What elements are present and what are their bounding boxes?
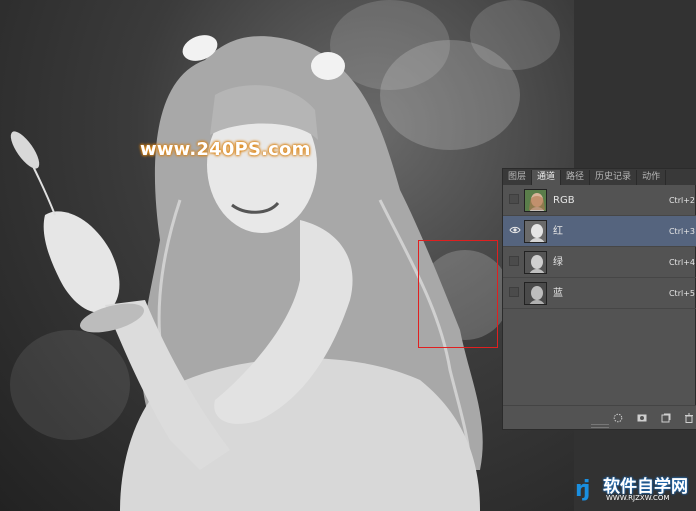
- save-selection-icon[interactable]: [637, 413, 647, 423]
- channel-row-blue[interactable]: 蓝 Ctrl+5: [503, 278, 696, 309]
- channel-row-red[interactable]: 红 Ctrl+3: [503, 216, 696, 247]
- load-selection-icon[interactable]: [613, 413, 623, 423]
- channel-shortcut: Ctrl+3: [668, 227, 695, 236]
- site-watermark: www.240PS.com: [140, 139, 311, 160]
- channel-thumbnail: [524, 189, 547, 212]
- channel-thumbnail: [524, 282, 547, 305]
- visibility-toggle[interactable]: [509, 225, 521, 235]
- tab-channels[interactable]: 通道: [532, 170, 562, 185]
- channel-shortcut: Ctrl+4: [668, 258, 695, 267]
- channel-thumbnail: [524, 220, 547, 243]
- tab-paths[interactable]: 路径: [561, 170, 591, 185]
- document-canvas[interactable]: www.240PS.com: [0, 0, 574, 511]
- tab-layers[interactable]: 图层: [503, 170, 533, 185]
- visibility-toggle[interactable]: [509, 256, 519, 266]
- delete-channel-icon[interactable]: [684, 413, 694, 423]
- channels-panel: 图层 通道 路径 历史记录 动作 RGB Ctrl+2 红 Ctrl+3 绿 C…: [502, 168, 696, 430]
- visibility-toggle[interactable]: [509, 194, 519, 204]
- panel-tab-bar: 图层 通道 路径 历史记录 动作: [503, 169, 696, 185]
- panel-resize-grip[interactable]: [591, 424, 609, 428]
- site-logo: rj 软件自学网 WWW.RJZXW.COM: [575, 477, 696, 503]
- channel-name: 绿: [553, 257, 563, 268]
- logo-url: WWW.RJZXW.COM: [606, 494, 670, 502]
- selection-rectangle: [418, 240, 498, 348]
- channel-name: 蓝: [553, 288, 563, 299]
- channel-thumbnail: [524, 251, 547, 274]
- channel-row-green[interactable]: 绿 Ctrl+4: [503, 247, 696, 278]
- channel-name: RGB: [553, 195, 575, 206]
- panel-footer: [503, 405, 696, 429]
- logo-letters: rj: [575, 477, 590, 502]
- channel-row-rgb[interactable]: RGB Ctrl+2: [503, 185, 696, 216]
- channel-name: 红: [553, 226, 563, 237]
- new-channel-icon[interactable]: [661, 413, 671, 423]
- visibility-toggle[interactable]: [509, 287, 519, 297]
- tab-history[interactable]: 历史记录: [590, 170, 638, 185]
- channel-shortcut: Ctrl+5: [668, 289, 695, 298]
- channel-list: RGB Ctrl+2 红 Ctrl+3 绿 Ctrl+4 蓝 Ctrl+5: [503, 185, 696, 309]
- tab-actions[interactable]: 动作: [637, 170, 667, 185]
- channel-shortcut: Ctrl+2: [668, 196, 695, 205]
- eye-icon: [509, 226, 521, 234]
